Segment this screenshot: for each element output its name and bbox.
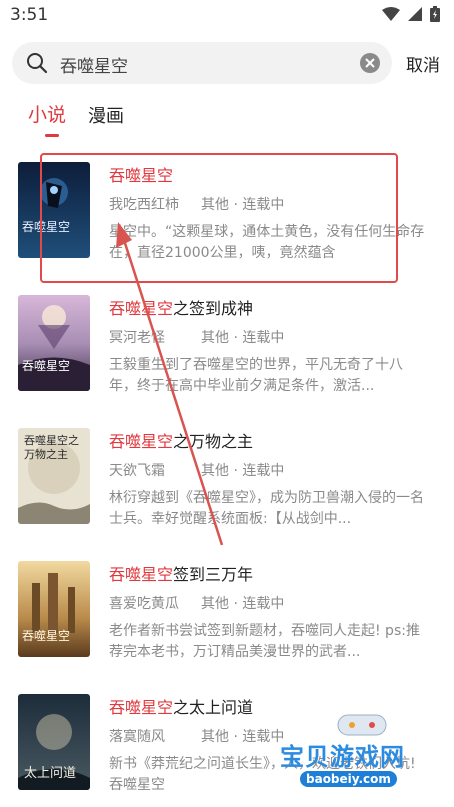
book-meta: 落寞随风 其他 · 连载中 xyxy=(109,726,284,746)
book-item[interactable]: 吞噬星空 吞噬星空之签到成神 冥河老怪 其他 · 连载中 王毅重生到了吞噬星空的世… xyxy=(0,283,454,416)
book-cover: 吞噬星空 xyxy=(18,295,90,391)
status-bar: 3:51 xyxy=(0,0,454,32)
book-title-rest: 之万物之主 xyxy=(173,432,254,451)
book-author: 天欲飞霜 xyxy=(109,463,165,479)
book-description: 老作者新书尝试签到新题材，吞噬同人走起! ps:推荐完本老书，万订精品美漫世界的… xyxy=(109,623,420,660)
active-tab-indicator xyxy=(45,134,59,137)
book-meta: 我吃西红柿 其他 · 连载中 xyxy=(109,194,284,214)
watermark-title: 宝贝游戏网 xyxy=(280,743,405,771)
book-item[interactable]: 吞噬星空 吞噬星空 我吃西红柿 其他 · 连载中 星空中。“这颗星球，通体土黄色，… xyxy=(0,150,454,283)
book-author: 我吃西红柿 xyxy=(109,197,179,213)
book-description: 王毅重生到了吞噬星空的世界，平凡无奇了十八年，终于在高中毕业前夕满足条件，激活.… xyxy=(109,357,403,394)
book-item[interactable]: 吞噬星空之万物之主 吞噬星空之万物之主 天欲飞霜 其他 · 连载中 林衍穿越到《吞… xyxy=(0,416,454,549)
cancel-button[interactable]: 取消 xyxy=(406,51,440,76)
book-author: 落寞随风 xyxy=(109,729,165,745)
book-meta: 喜爱吃黄瓜 其他 · 连载中 xyxy=(109,593,284,613)
book-description: 林衍穿越到《吞噬星空》，成为防卫兽潮入侵的一名士兵。幸好觉醒系统面板:【从战剑中… xyxy=(109,490,424,527)
search-input[interactable]: 吞噬星空 xyxy=(12,42,392,84)
book-title: 吞噬星空签到三万年 xyxy=(109,561,253,585)
book-title: 吞噬星空之太上问道 xyxy=(109,694,253,718)
book-title-rest: 之签到成神 xyxy=(173,299,254,318)
watermark-url: baobeiy.com xyxy=(300,771,397,787)
book-cover: 太上问道 xyxy=(18,694,90,790)
wifi-icon xyxy=(382,7,400,21)
book-cover: 吞噬星空之万物之主 xyxy=(18,428,90,524)
cellular-icon xyxy=(408,7,422,21)
book-cover: 吞噬星空 xyxy=(18,162,90,258)
book-title: 吞噬星空之签到成神 xyxy=(109,295,253,319)
book-meta: 冥河老怪 其他 · 连载中 xyxy=(109,327,284,347)
book-cover: 吞噬星空 xyxy=(18,561,90,657)
watermark: 宝贝游戏网 baobeiy.com xyxy=(280,713,450,805)
book-title-highlight: 吞噬星空 xyxy=(109,698,174,717)
book-title-rest: 之太上问道 xyxy=(173,698,254,717)
book-title-highlight: 吞噬星空 xyxy=(109,565,174,584)
tab-novel[interactable]: 小说 xyxy=(28,100,66,127)
book-status: 其他 · 连载中 xyxy=(201,330,285,346)
book-status: 其他 · 连载中 xyxy=(201,596,285,612)
cover-title: 吞噬星空 xyxy=(22,220,71,234)
book-title: 吞噬星空 xyxy=(109,162,173,186)
book-meta: 天欲飞霜 其他 · 连载中 xyxy=(109,460,284,480)
cover-title: 太上问道 xyxy=(24,766,77,781)
book-status: 其他 · 连载中 xyxy=(201,463,285,479)
book-title-highlight: 吞噬星空 xyxy=(109,299,174,318)
gamepad-logo-icon xyxy=(337,714,387,736)
search-query: 吞噬星空 xyxy=(60,57,128,77)
book-status: 其他 · 连载中 xyxy=(201,197,285,213)
book-description: 星空中。“这颗星球，通体土黄色，没有任何生命存在，直径21000公里，咦，竟然蕴… xyxy=(109,224,425,261)
battery-icon xyxy=(430,6,440,22)
book-author: 冥河老怪 xyxy=(109,330,165,346)
search-icon xyxy=(27,53,48,74)
book-title-rest: 签到三万年 xyxy=(173,565,254,584)
status-time: 3:51 xyxy=(10,5,49,25)
book-item[interactable]: 吞噬星空 吞噬星空签到三万年 喜爱吃黄瓜 其他 · 连载中 老作者新书尝试签到新题… xyxy=(0,549,454,682)
tab-comic[interactable]: 漫画 xyxy=(88,102,124,128)
cover-title: 吞噬星空 xyxy=(22,359,71,373)
cover-title: 吞噬星空 xyxy=(22,629,71,643)
search-row: 吞噬星空 取消 xyxy=(12,42,442,84)
book-title: 吞噬星空之万物之主 xyxy=(109,428,253,452)
book-title-highlight: 吞噬星空 xyxy=(109,432,174,451)
status-icons xyxy=(382,6,440,22)
book-title-highlight: 吞噬星空 xyxy=(109,166,174,185)
clear-icon[interactable] xyxy=(360,53,380,73)
book-status: 其他 · 连载中 xyxy=(201,729,285,745)
book-author: 喜爱吃黄瓜 xyxy=(109,596,179,612)
cover-title: 吞噬星空之万物之主 xyxy=(24,434,79,461)
